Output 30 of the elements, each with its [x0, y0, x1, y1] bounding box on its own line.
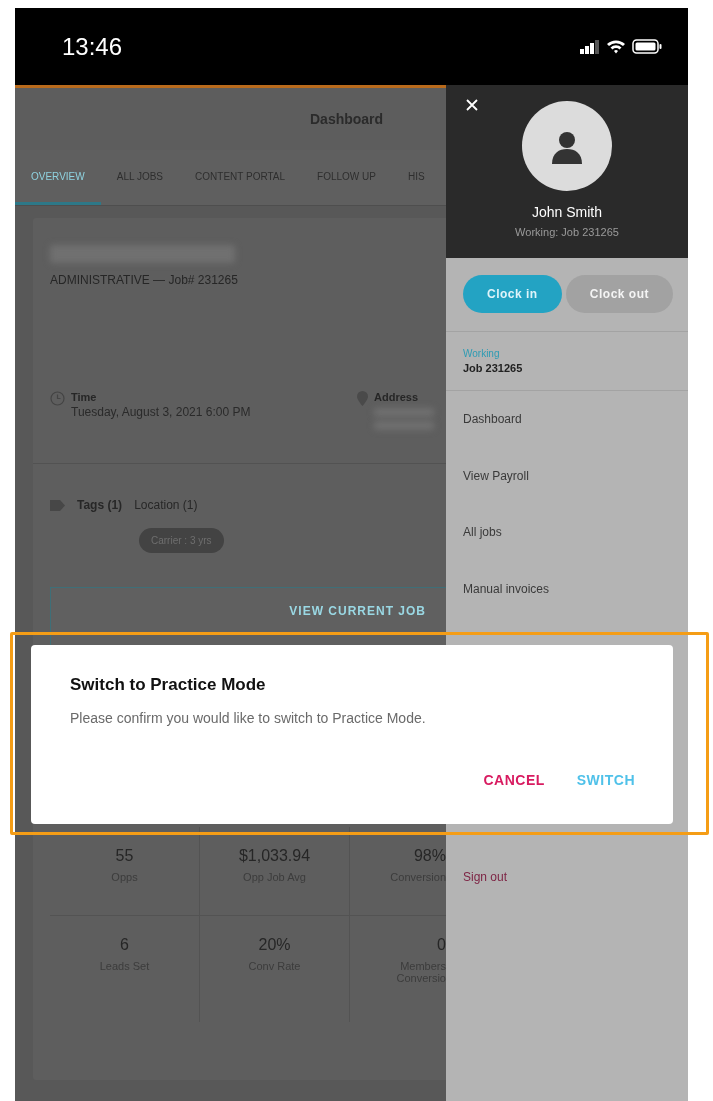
time-label: Time — [71, 391, 98, 403]
menu-item[interactable]: Dashboard — [446, 391, 688, 448]
menu-item[interactable]: Manual invoices — [446, 560, 688, 617]
clock-icon — [50, 391, 65, 406]
stat-value: 0 — [437, 936, 446, 954]
job-line: ADMINISTRATIVE — Job# 231265 — [50, 273, 239, 287]
dialog-title: Switch to Practice Mode — [70, 675, 267, 695]
menu-item[interactable]: All jobs — [446, 504, 688, 561]
switch-button[interactable]: SWITCH — [576, 772, 635, 788]
menu-item[interactable]: View Payroll — [446, 447, 688, 504]
cancel-button[interactable]: CANCEL — [483, 772, 545, 788]
sign-out-link[interactable]: Sign out — [446, 870, 688, 884]
working-job: Job 231265 — [463, 362, 524, 374]
signal-icon — [580, 39, 600, 54]
status-time: 13:46 — [62, 32, 123, 61]
stat-value: 6 — [120, 936, 129, 954]
clock-in-button[interactable]: Clock in — [463, 275, 562, 313]
address-label: Address — [374, 391, 420, 403]
tag-icon — [50, 499, 65, 511]
dialog-message: Please confirm you would like to switch to Practice Mode. — [70, 710, 427, 726]
stat-value: 20% — [258, 936, 291, 954]
working-label: Working — [463, 348, 501, 359]
user-status: Working: Job 231265 — [515, 226, 619, 238]
nav-tab[interactable]: OVERVIEW — [15, 150, 101, 205]
stat-value: $1,033.94 — [238, 847, 311, 865]
stat-value: 55 — [115, 847, 134, 865]
user-name: John Smith — [531, 204, 602, 220]
stat-value: 98% — [413, 847, 446, 865]
battery-icon — [632, 39, 662, 54]
wifi-icon — [606, 39, 626, 54]
